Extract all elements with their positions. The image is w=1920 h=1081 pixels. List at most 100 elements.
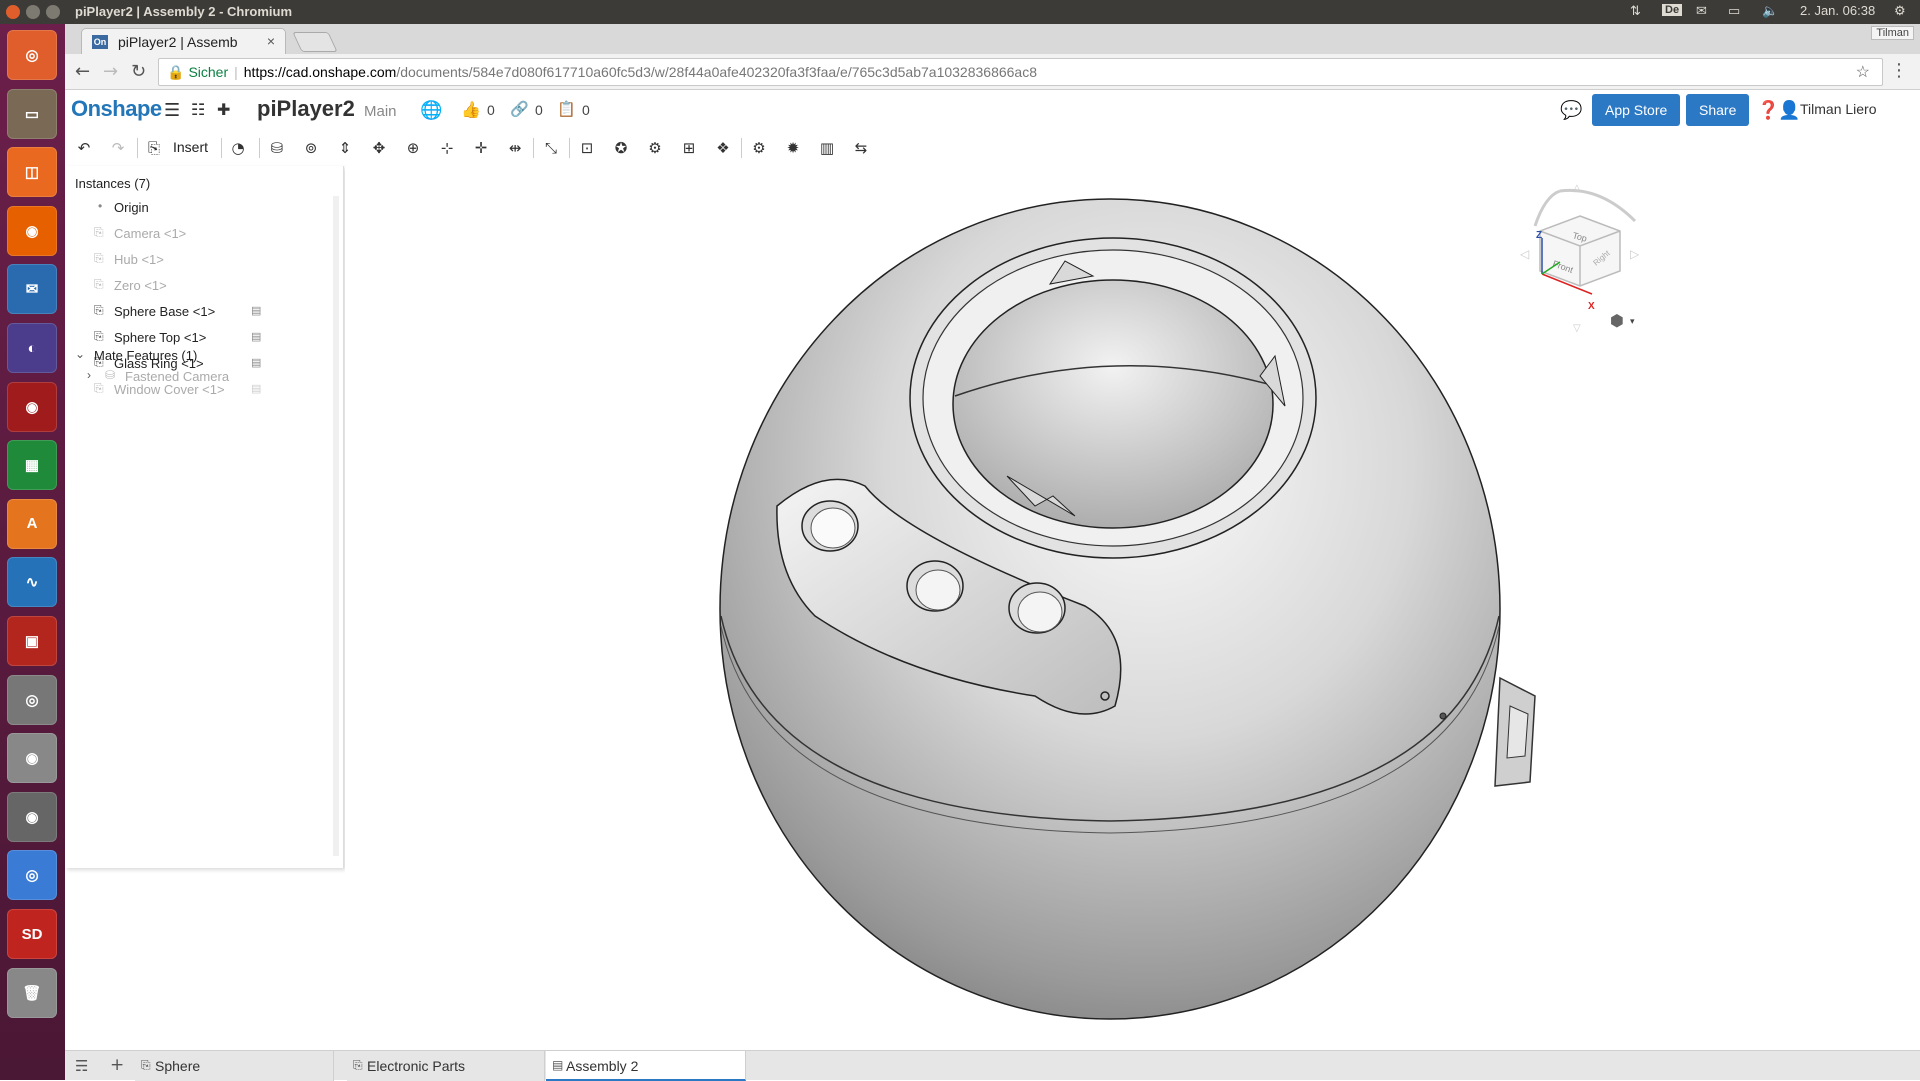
parallel-mate-icon[interactable]: ⇹ — [502, 136, 528, 160]
network-icon[interactable]: ⇅ — [1630, 3, 1641, 19]
forward-arrow-icon[interactable]: → — [103, 61, 118, 82]
app-red-icon[interactable]: ◉ — [7, 381, 57, 432]
tab-manager-icon[interactable]: ☴ — [75, 1057, 88, 1075]
document-name[interactable]: piPlayer2 — [257, 96, 355, 122]
instance-item[interactable]: ⎘ Zero <1> — [65, 274, 335, 298]
dash-icon[interactable]: ◎ — [7, 30, 57, 80]
files-icon[interactable]: ▭ — [7, 88, 57, 139]
insert-icon[interactable]: ⎘ — [141, 136, 167, 160]
window-maximize-button[interactable] — [46, 5, 60, 19]
appearance-icon[interactable]: ▤ — [251, 330, 261, 343]
window-minimize-button[interactable] — [26, 5, 40, 19]
panel-scrollbar[interactable] — [333, 196, 339, 856]
pattern-icon[interactable]: ⊞ — [676, 136, 702, 160]
replicate-icon[interactable]: ❖ — [710, 136, 736, 160]
mate-connector-icon[interactable]: ◔ — [225, 136, 251, 160]
rack-pinion-icon[interactable]: ▥ — [814, 136, 840, 160]
relation-icon[interactable]: ✪ — [608, 136, 634, 160]
like-icon[interactable]: 👍 — [461, 100, 481, 119]
instances-header[interactable]: Instances (7) — [75, 176, 150, 191]
bookmark-star-icon[interactable]: ☆ — [1856, 62, 1870, 82]
app-store-button[interactable]: App Store — [1592, 94, 1681, 126]
group-icon[interactable]: ⊡ — [574, 136, 600, 160]
reload-icon[interactable]: ↻ — [131, 61, 146, 82]
instance-item[interactable]: ⎘ Camera <1> — [65, 222, 335, 246]
address-bar[interactable]: 🔒 Sicher | https://cad.onshape.com/document… — [158, 58, 1883, 86]
view-cube[interactable]: Top Front Right Z X ◁ ▷ △ ▽ ⬢ ▾ — [1519, 183, 1640, 334]
comments-icon[interactable]: 💬 — [1560, 100, 1582, 121]
render-mode-icon[interactable]: ⬢ — [1610, 311, 1624, 330]
webcam-icon[interactable]: ◉ — [7, 791, 57, 842]
mail-icon[interactable]: ✉ — [1696, 3, 1707, 19]
chevron-down-icon[interactable]: ⌄ — [75, 347, 85, 361]
chevron-right-icon[interactable]: › — [87, 368, 91, 382]
chromium-icon[interactable]: ◎ — [7, 850, 57, 901]
workspaces-icon[interactable]: ◫ — [7, 147, 57, 198]
browser-tab[interactable]: On piPlayer2 | Assemb × — [81, 28, 286, 54]
measure-icon[interactable]: ⇆ — [848, 136, 874, 160]
clock[interactable]: 2. Jan. 06:38 — [1800, 3, 1875, 18]
trash-icon[interactable]: 🗑 — [7, 967, 57, 1018]
instance-item[interactable]: ⎘ Sphere Base <1> ▤ — [65, 300, 335, 324]
profile-badge[interactable]: Tilman — [1871, 26, 1914, 40]
slider-mate-icon[interactable]: ⇕ — [332, 136, 358, 160]
user-menu[interactable]: Tilman Liero — [1800, 101, 1877, 117]
camera-bracket[interactable] — [1494, 676, 1536, 787]
graphics-viewport[interactable]: Top Front Right Z X ◁ ▷ △ ▽ ⬢ ▾ — [345, 166, 1920, 1050]
ball-mate-icon[interactable]: ✛ — [468, 136, 494, 160]
tab-sphere[interactable]: ⎘ Sphere — [135, 1051, 334, 1081]
eclipse-icon[interactable]: ◐ — [7, 323, 57, 373]
rotate-right-icon[interactable]: ▷ — [1630, 247, 1640, 261]
mate-feature-item[interactable]: › ⛁ Fastened Camera — [65, 365, 335, 389]
add-tab-icon[interactable]: + — [110, 1055, 124, 1075]
fastened-mate-icon[interactable]: ⛁ — [264, 136, 290, 160]
disc-icon[interactable]: ◉ — [7, 733, 57, 784]
share-button[interactable]: Share — [1686, 94, 1750, 126]
screw-relation-icon[interactable]: ✹ — [780, 136, 806, 160]
feature-list-icon[interactable]: ☷ — [191, 100, 205, 119]
rotate-left-icon[interactable]: ◁ — [1519, 247, 1529, 261]
redo-icon[interactable]: ↷ — [105, 136, 131, 160]
instance-item[interactable]: • Origin — [65, 196, 335, 220]
render-mode-dropdown-icon[interactable]: ▾ — [1630, 317, 1635, 327]
window-close-button[interactable] — [6, 5, 20, 19]
user-avatar-icon[interactable]: 👤 — [1778, 100, 1800, 121]
instance-item[interactable]: ⎘ Hub <1> — [65, 248, 335, 272]
gear-relation-icon[interactable]: ⚙ — [642, 136, 668, 160]
onshape-logo[interactable]: Onshape — [71, 96, 162, 122]
insert-button[interactable]: Insert — [173, 139, 208, 155]
rotate-down-icon[interactable]: ▽ — [1573, 323, 1581, 334]
firefox-icon[interactable]: ◉ — [7, 205, 57, 256]
revolute-mate-icon[interactable]: ⊚ — [298, 136, 324, 160]
hamburger-menu-icon[interactable]: ☰ — [164, 100, 180, 121]
globe-icon[interactable]: 🌐 — [420, 100, 442, 121]
appearance-icon[interactable]: ▤ — [251, 304, 261, 317]
cylindrical-mate-icon[interactable]: ⊕ — [400, 136, 426, 160]
thunderbird-icon[interactable]: ✉ — [7, 264, 57, 315]
battery-icon[interactable]: ▭ — [1728, 3, 1740, 19]
tab-close-icon[interactable]: × — [267, 33, 275, 49]
dvd-icon[interactable]: ◎ — [7, 674, 57, 725]
sound-icon[interactable]: 🔈 — [1762, 3, 1778, 19]
back-arrow-icon[interactable]: ← — [75, 61, 90, 82]
link-icon[interactable]: 🔗 — [510, 100, 529, 118]
new-tab-button[interactable] — [292, 32, 338, 52]
planar-mate-icon[interactable]: ✥ — [366, 136, 392, 160]
help-icon[interactable]: ❓ — [1757, 100, 1779, 121]
undo-icon[interactable]: ↶ — [71, 136, 97, 160]
add-features-icon[interactable]: ✚ — [217, 100, 230, 119]
calc-icon[interactable]: ▦ — [7, 440, 57, 491]
sd-card-icon[interactable]: SD — [7, 909, 57, 959]
copy-icon[interactable]: 📋 — [557, 100, 576, 118]
system-gear-icon[interactable]: ⚙ — [1894, 3, 1906, 19]
3d-model-view[interactable]: Top Front Right Z X ◁ ▷ △ ▽ ⬢ ▾ — [345, 166, 1920, 1050]
qr-app-icon[interactable]: ▣ — [7, 616, 57, 666]
keyboard-layout-indicator[interactable]: De — [1662, 4, 1683, 16]
browser-menu-icon[interactable]: ⋮ — [1890, 60, 1908, 81]
linear-relation-icon[interactable]: ⚙ — [746, 136, 772, 160]
tab-assembly-2[interactable]: ▤ Assembly 2 — [546, 1051, 746, 1081]
branch-name[interactable]: Main — [364, 103, 397, 120]
tangent-mate-icon[interactable]: ⤡ — [538, 136, 564, 160]
monitor-icon[interactable]: ∿ — [7, 557, 57, 608]
tab-electronic-parts[interactable]: ⎘ Electronic Parts — [347, 1051, 545, 1081]
